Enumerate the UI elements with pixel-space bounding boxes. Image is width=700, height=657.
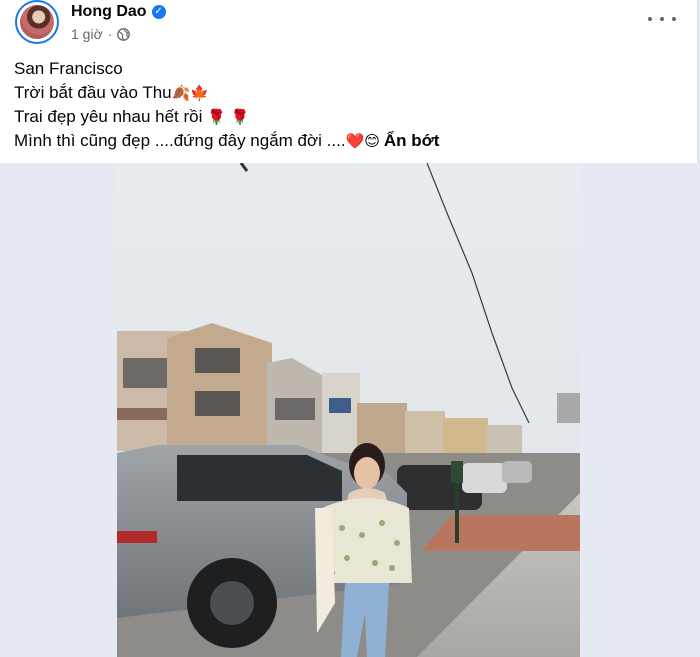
post-timestamp[interactable]: 1 giờ [71, 26, 103, 42]
author-row: Hong Dao ✓ [71, 3, 166, 21]
author-avatar[interactable] [15, 0, 59, 44]
post-meta: 1 giờ · [71, 26, 131, 42]
post-line-4: Mình thì cũng đẹp ....đứng đây ngắm đời … [14, 131, 440, 150]
post-text: San Francisco Trời bắt đầu vào Thu🍂🍁 Tra… [14, 57, 439, 153]
post-photo[interactable] [117, 163, 580, 657]
see-less-link[interactable]: Ẩn bớt [384, 131, 440, 150]
post-line-3: Trai đẹp yêu nhau hết rồi 🌹 🌹 [14, 107, 250, 126]
globe-icon [117, 27, 131, 41]
meta-separator: · [107, 26, 113, 42]
post-line-1: San Francisco [14, 59, 123, 78]
verified-badge-icon: ✓ [151, 5, 166, 19]
heart-smile-emoji: ❤️😊 [345, 132, 380, 150]
post-card: Hong Dao ✓ 1 giờ · San Francisco Trời bắ… [0, 0, 698, 163]
post-line-2: Trời bắt đầu vào Thu🍂🍁 [14, 83, 209, 102]
rose-emoji: 🌹 🌹 [207, 108, 250, 126]
author-name[interactable]: Hong Dao [71, 3, 147, 21]
avatar-image [20, 5, 54, 39]
autumn-leaves-emoji: 🍂🍁 [171, 84, 209, 102]
more-options-icon[interactable] [648, 10, 676, 28]
